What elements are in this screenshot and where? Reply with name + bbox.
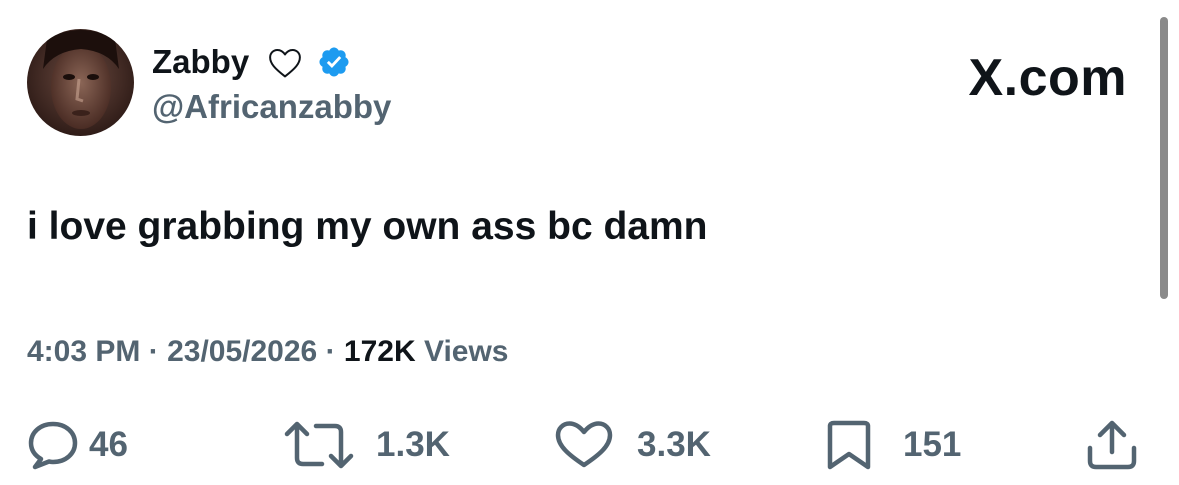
author-display-name[interactable]: Zabby [152,42,249,82]
reply-icon [28,421,78,470]
share-button[interactable] [1085,420,1141,470]
heart-outline-icon [269,48,301,78]
tweet-date[interactable]: 23/05/2026 [167,335,317,368]
bookmark-count: 151 [903,425,962,464]
tweet-time[interactable]: 4:03 PM [27,335,140,368]
avatar[interactable] [27,29,134,136]
retweet-count: 1.3K [376,425,450,464]
views-label: Views [423,335,509,368]
share-icon [1087,420,1137,470]
like-count: 3.3K [637,425,711,464]
meta-separator: · [148,335,159,368]
author-handle[interactable]: @Africanzabby [152,87,391,127]
retweet-button[interactable]: 1.3K [284,420,450,470]
reply-count: 46 [89,425,128,464]
views-count: 172K [343,335,416,368]
reply-button[interactable]: 46 [27,420,128,470]
tweet-meta: 4:03 PM · 23/05/2026 · 172K Views [27,333,509,371]
bookmark-icon [827,420,871,470]
like-button[interactable]: 3.3K [555,420,711,470]
x-com-brand: X.com [968,49,1127,107]
tweet-text: i love grabbing my own ass bc damn [27,205,708,248]
scrollbar[interactable] [1160,17,1168,299]
retweet-icon [284,421,354,469]
heart-icon [555,421,613,468]
bookmark-button[interactable]: 151 [825,420,961,470]
avatar-image [27,29,134,136]
meta-separator: · [325,335,336,368]
verified-badge-icon[interactable] [317,45,351,79]
